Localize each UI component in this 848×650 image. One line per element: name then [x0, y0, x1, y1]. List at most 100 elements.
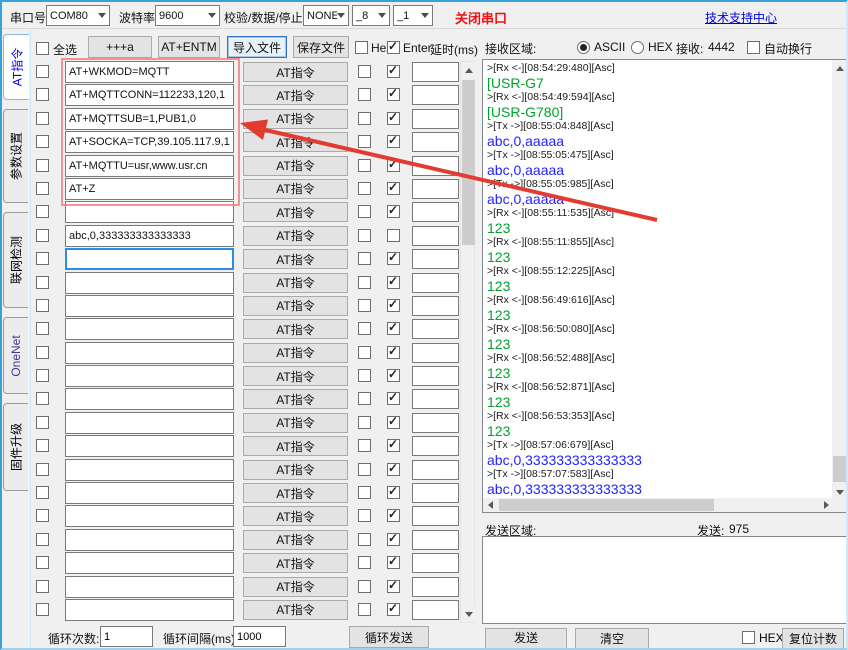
send-at-command-button[interactable]: AT指令 — [243, 249, 348, 269]
close-port-button[interactable]: 关闭串口 — [455, 8, 507, 27]
row-delay-input[interactable] — [412, 319, 459, 339]
row-enter-checkbox[interactable] — [387, 369, 400, 382]
row-enter-checkbox[interactable] — [387, 135, 400, 148]
row-hex-checkbox[interactable] — [358, 135, 371, 148]
row-select-checkbox[interactable] — [36, 392, 49, 405]
row-hex-checkbox[interactable] — [358, 392, 371, 405]
row-enter-checkbox[interactable] — [387, 322, 400, 335]
parity-select[interactable]: NONE — [303, 5, 349, 26]
scroll-down-arrow-icon[interactable] — [461, 606, 476, 622]
send-at-command-button[interactable]: AT指令 — [243, 343, 348, 363]
loop-send-button[interactable]: 循环发送 — [349, 626, 429, 648]
tab-onenet[interactable]: OneNet — [3, 317, 28, 394]
row-select-checkbox[interactable] — [36, 299, 49, 312]
scroll-up-arrow-icon[interactable] — [832, 60, 847, 76]
row-delay-input[interactable] — [412, 460, 459, 480]
command-input[interactable] — [65, 342, 234, 364]
row-enter-checkbox[interactable] — [387, 463, 400, 476]
command-input[interactable] — [65, 505, 234, 527]
port-select[interactable]: COM80 — [46, 5, 110, 26]
row-hex-checkbox[interactable] — [358, 229, 371, 242]
save-file-button[interactable]: 保存文件 — [293, 36, 349, 58]
receive-log-vscrollbar[interactable] — [832, 60, 847, 500]
command-input[interactable] — [65, 61, 234, 83]
ascii-radio[interactable] — [577, 41, 590, 54]
row-delay-input[interactable] — [412, 85, 459, 105]
send-at-command-button[interactable]: AT指令 — [243, 226, 348, 246]
tab-firmware-upgrade[interactable]: 固件升级 — [3, 403, 28, 491]
row-hex-checkbox[interactable] — [358, 88, 371, 101]
send-at-command-button[interactable]: AT指令 — [243, 577, 348, 597]
row-select-checkbox[interactable] — [36, 65, 49, 78]
row-delay-input[interactable] — [412, 62, 459, 82]
send-at-command-button[interactable]: AT指令 — [243, 530, 348, 550]
row-delay-input[interactable] — [412, 483, 459, 503]
tab-network-check[interactable]: 联网检测 — [3, 212, 28, 308]
row-delay-input[interactable] — [412, 577, 459, 597]
send-at-command-button[interactable]: AT指令 — [243, 366, 348, 386]
send-at-command-button[interactable]: AT指令 — [243, 109, 348, 129]
send-at-command-button[interactable]: AT指令 — [243, 460, 348, 480]
row-select-checkbox[interactable] — [36, 439, 49, 452]
row-delay-input[interactable] — [412, 506, 459, 526]
scrollbar-thumb[interactable] — [462, 80, 475, 245]
command-input[interactable] — [65, 529, 234, 551]
databits-select[interactable]: _8 — [352, 5, 390, 26]
receive-log[interactable]: >[Rx <-][08:54:29:480][Asc][USR-G7>[Rx <… — [487, 62, 831, 498]
send-at-command-button[interactable]: AT指令 — [243, 553, 348, 573]
row-enter-checkbox[interactable] — [387, 486, 400, 499]
row-select-checkbox[interactable] — [36, 322, 49, 335]
ascii-radio-label[interactable]: ASCII — [594, 40, 625, 54]
stopbits-select[interactable]: _1 — [393, 5, 433, 26]
row-enter-checkbox[interactable] — [387, 252, 400, 265]
send-at-command-button[interactable]: AT指令 — [243, 389, 348, 409]
row-select-checkbox[interactable] — [36, 182, 49, 195]
row-enter-checkbox[interactable] — [387, 416, 400, 429]
command-input[interactable] — [65, 412, 234, 434]
row-delay-input[interactable] — [412, 273, 459, 293]
scroll-up-arrow-icon[interactable] — [461, 62, 476, 78]
row-select-checkbox[interactable] — [36, 509, 49, 522]
send-at-command-button[interactable]: AT指令 — [243, 319, 348, 339]
row-delay-input[interactable] — [412, 389, 459, 409]
row-enter-checkbox[interactable] — [387, 88, 400, 101]
tech-support-link[interactable]: 技术支持中心 — [705, 9, 777, 26]
send-at-command-button[interactable]: AT指令 — [243, 85, 348, 105]
command-input[interactable] — [65, 131, 234, 153]
row-delay-input[interactable] — [412, 109, 459, 129]
row-enter-checkbox[interactable] — [387, 556, 400, 569]
hex-radio-label[interactable]: HEX — [648, 40, 673, 54]
row-enter-checkbox[interactable] — [387, 509, 400, 522]
import-file-button[interactable]: 导入文件 — [227, 36, 287, 58]
row-select-checkbox[interactable] — [36, 556, 49, 569]
command-input[interactable] — [65, 225, 234, 247]
row-enter-checkbox[interactable] — [387, 580, 400, 593]
send-at-command-button[interactable]: AT指令 — [243, 296, 348, 316]
row-delay-input[interactable] — [412, 249, 459, 269]
row-hex-checkbox[interactable] — [358, 463, 371, 476]
row-enter-checkbox[interactable] — [387, 533, 400, 546]
command-input[interactable] — [65, 318, 234, 340]
row-select-checkbox[interactable] — [36, 486, 49, 499]
row-enter-checkbox[interactable] — [387, 439, 400, 452]
tab-at-cmd[interactable]: AT指令 — [3, 34, 29, 100]
row-enter-checkbox[interactable] — [387, 392, 400, 405]
at-entm-button[interactable]: AT+ENTM — [158, 36, 220, 58]
row-hex-checkbox[interactable] — [358, 486, 371, 499]
command-input[interactable] — [65, 365, 234, 387]
row-select-checkbox[interactable] — [36, 346, 49, 359]
reset-counter-button[interactable]: 复位计数 — [782, 628, 844, 649]
row-enter-checkbox[interactable] — [387, 182, 400, 195]
row-select-checkbox[interactable] — [36, 135, 49, 148]
row-hex-checkbox[interactable] — [358, 603, 371, 616]
row-enter-checkbox[interactable] — [387, 299, 400, 312]
row-select-checkbox[interactable] — [36, 369, 49, 382]
command-input[interactable] — [65, 178, 234, 200]
receive-log-hscrollbar[interactable] — [483, 498, 834, 512]
command-list-scrollbar[interactable] — [460, 61, 475, 623]
loop-interval-input[interactable] — [233, 626, 286, 647]
send-at-command-button[interactable]: AT指令 — [243, 436, 348, 456]
row-enter-checkbox[interactable] — [387, 65, 400, 78]
row-select-checkbox[interactable] — [36, 416, 49, 429]
row-hex-checkbox[interactable] — [358, 580, 371, 593]
